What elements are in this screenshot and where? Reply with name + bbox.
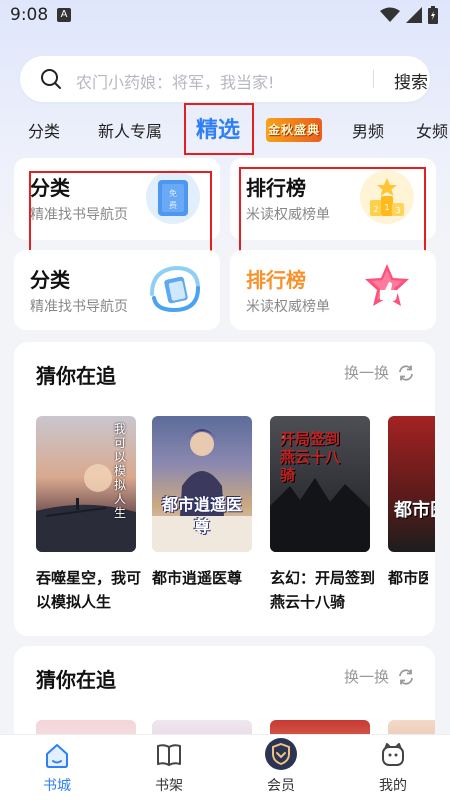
search-button[interactable]: 搜索	[394, 68, 428, 93]
book-item[interactable]: 都市逍遥医尊 都市逍遥医尊	[152, 416, 256, 590]
nav-profile[interactable]: 我的	[363, 741, 423, 795]
quick-card-subtitle: 米读权威榜单	[246, 299, 330, 315]
nav-label: 书架	[155, 778, 183, 794]
book-item[interactable]: 开局签到燕云十八骑 玄幻：开局签到燕云十八骑	[270, 416, 375, 614]
refresh-label: 换一换	[343, 364, 389, 382]
book-cover-title: 都市逍遥医尊	[161, 495, 242, 536]
quick-card-title: 排行榜	[246, 268, 306, 292]
refresh-icon	[399, 668, 413, 685]
wifi-icon	[380, 7, 400, 22]
tab-event-badge[interactable]: 金秋盛典	[266, 118, 322, 142]
book-cover[interactable]: 都市医	[388, 416, 435, 552]
quick-card-category-2[interactable]: 分类 精准找书导航页	[14, 250, 220, 330]
search-bar[interactable]: 农门小药娘：将军，我当家! 搜索	[20, 56, 430, 102]
book-title: 都市逍遥医尊	[152, 569, 243, 587]
search-input[interactable]: 农门小药娘：将军，我当家!	[76, 69, 274, 93]
book-cover-title: 开局签到燕云十八骑	[280, 430, 341, 484]
nav-bookstore[interactable]: 书城	[27, 741, 87, 795]
book-title: 都市医	[388, 569, 428, 587]
nav-bookshelf[interactable]: 书架	[139, 741, 199, 795]
book-cover[interactable]: 开局签到燕云十八骑	[270, 416, 370, 552]
refresh-label: 换一换	[343, 668, 389, 686]
section-title: 猜你在追	[36, 364, 116, 388]
quick-card-subtitle: 精准找书导航页	[30, 299, 128, 315]
battery-icon	[428, 6, 438, 24]
highlight-box	[239, 167, 426, 252]
refresh-button[interactable]: 换一换	[344, 666, 415, 687]
tab-female[interactable]: 女频	[416, 118, 448, 142]
book-cover[interactable]: 都市逍遥医尊	[152, 416, 252, 552]
tab-newcomer[interactable]: 新人专属	[98, 118, 162, 142]
recommend-section: 猜你在追 换一换 我可以模拟人生 吞噬星空，我可以模拟人生 都市逍遥医尊 都市逍…	[14, 342, 435, 636]
book-cover[interactable]: 我可以模拟人生	[36, 416, 136, 552]
status-bar: 9:08 A	[0, 0, 450, 32]
book-cover-title: 都市医	[394, 500, 435, 521]
quick-card-ranking-2[interactable]: 排行榜 米读权威榜单	[230, 250, 436, 330]
highlight-box	[29, 171, 212, 256]
book-item[interactable]: 都市医 都市医	[388, 416, 435, 590]
book-title: 吞噬星空，我可以模拟人生	[36, 569, 142, 611]
nav-label: 会员	[267, 778, 295, 794]
thumbs-up-star-icon	[358, 260, 416, 322]
book-item[interactable]: 我可以模拟人生 吞噬星空，我可以模拟人生	[36, 416, 141, 614]
notification-icon: A	[57, 8, 71, 22]
search-icon	[41, 69, 61, 89]
signal-icon	[406, 7, 422, 23]
book-cover-title: 我可以模拟人生	[114, 422, 127, 520]
search-divider	[373, 70, 374, 88]
status-icons	[380, 6, 438, 24]
nav-vip[interactable]: 会员	[251, 737, 311, 795]
refresh-button[interactable]: 换一换	[344, 362, 415, 383]
tab-male[interactable]: 男频	[352, 118, 384, 142]
vip-shield-icon	[265, 738, 297, 770]
recommend-section-2: 猜你在追 换一换	[14, 646, 435, 746]
bottom-nav: 书城 书架 会员 我的	[0, 734, 450, 800]
bookshelf-icon	[157, 744, 181, 766]
swirl-book-icon	[146, 260, 204, 322]
highlight-box	[184, 103, 254, 155]
section-title: 猜你在追	[36, 668, 116, 692]
tab-category[interactable]: 分类	[28, 118, 60, 142]
book-title: 玄幻：开局签到燕云十八骑	[270, 569, 376, 611]
nav-label: 书城	[43, 778, 71, 794]
refresh-icon	[399, 364, 413, 381]
status-time: 9:08	[10, 5, 49, 25]
quick-card-title: 分类	[30, 268, 70, 292]
profile-icon	[382, 743, 404, 766]
home-icon	[46, 744, 68, 768]
nav-label: 我的	[379, 778, 407, 794]
